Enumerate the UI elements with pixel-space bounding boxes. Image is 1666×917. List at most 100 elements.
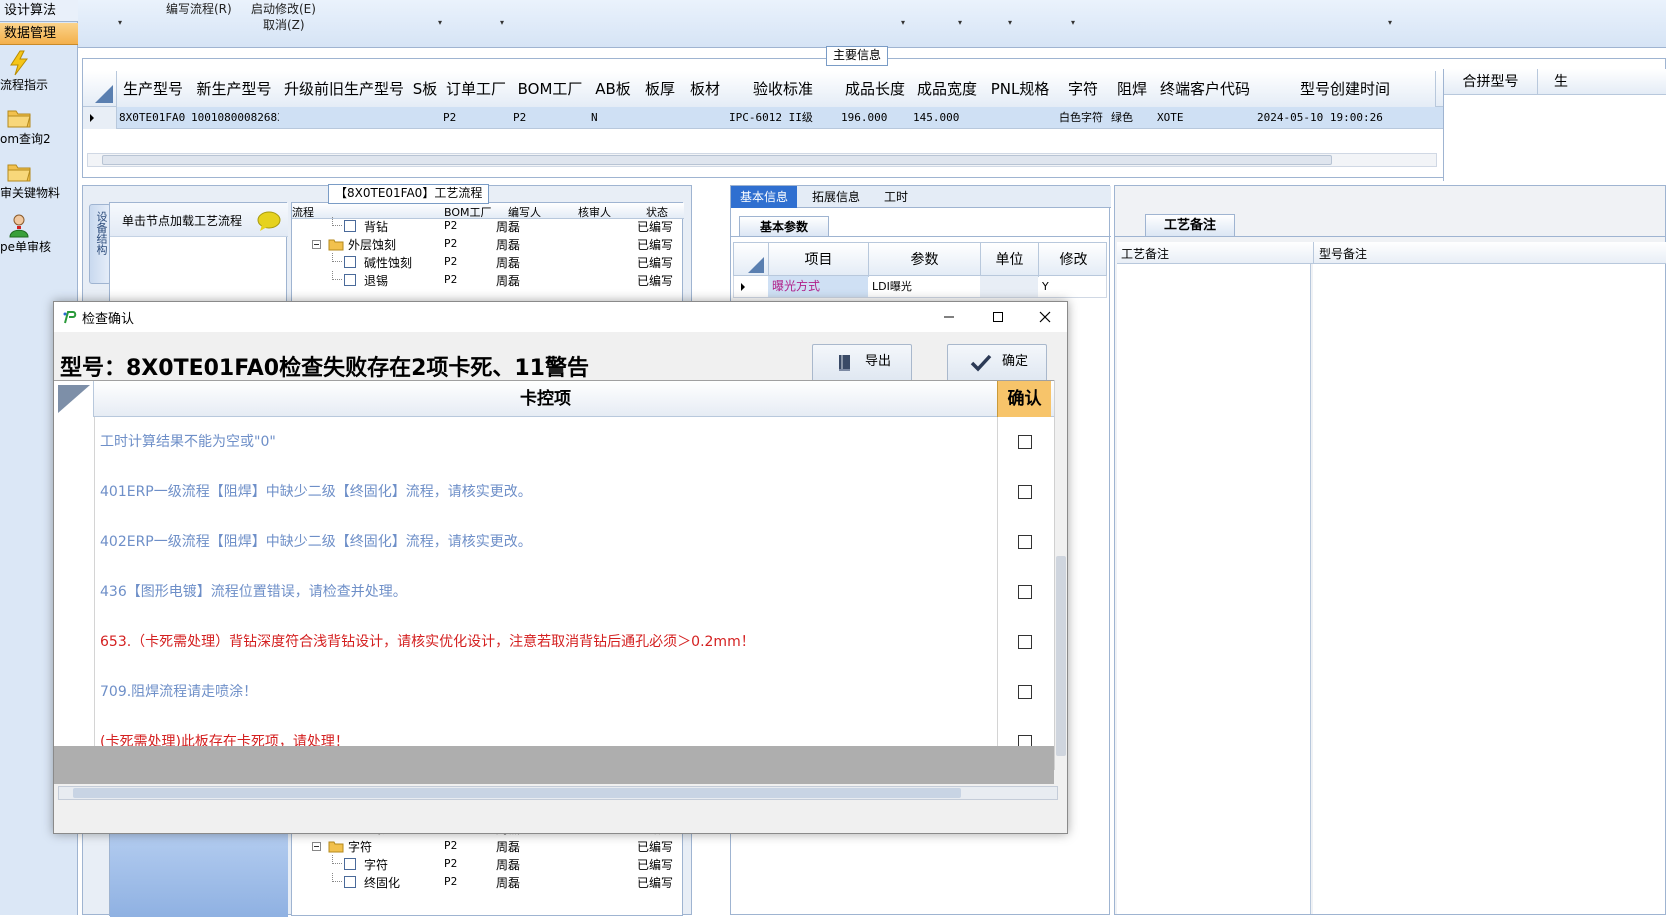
- tree-expander-icon[interactable]: [312, 842, 321, 851]
- col-header-unit[interactable]: 单位: [980, 243, 1038, 277]
- col-header-6[interactable]: AB板: [589, 71, 638, 107]
- main-info-title: 主要信息: [826, 46, 889, 66]
- tree-node[interactable]: 终固化 P2 周磊 已编写: [292, 873, 684, 891]
- nav-item-flow-indicator[interactable]: 流程指示: [0, 50, 78, 93]
- chevron-down-icon[interactable]: ▾: [901, 18, 905, 27]
- tab-basic-info[interactable]: 基本信息: [731, 186, 797, 208]
- col-header-14[interactable]: 阻焊: [1109, 71, 1156, 107]
- col-header-12[interactable]: PNL规格: [983, 71, 1058, 107]
- remarks-panel: 工艺备注 工艺备注 型号备注: [1114, 185, 1666, 915]
- table-row[interactable]: 436【图形电镀】流程位置错误，请检查并处理。: [54, 567, 1054, 618]
- table-row[interactable]: 401ERP一级流程【阻焊】中缺少二级【终固化】流程，请核实更改。: [54, 467, 1054, 518]
- tab-extended-info[interactable]: 拓展信息: [803, 186, 869, 208]
- confirm-checkbox[interactable]: [1018, 485, 1032, 499]
- horizontal-scrollbar[interactable]: [58, 786, 1058, 800]
- chevron-down-icon[interactable]: ▾: [118, 18, 122, 27]
- col-header-13[interactable]: 字符: [1057, 71, 1110, 107]
- check-item-text: 402ERP一级流程【阻焊】中缺少二级【终固化】流程，请核实更改。: [100, 534, 532, 550]
- col-header-model-remark[interactable]: 型号备注: [1319, 245, 1367, 262]
- subtab-divider: [731, 236, 1111, 237]
- minimize-icon[interactable]: [940, 308, 958, 326]
- vertical-scrollbar[interactable]: [1054, 380, 1067, 770]
- col-header-16[interactable]: 型号创建时间: [1255, 71, 1436, 107]
- tree-node[interactable]: 退锡 P2 周磊 已编写: [292, 271, 684, 289]
- ok-button[interactable]: 确定: [947, 344, 1047, 382]
- tree-node[interactable]: 外层蚀刻 P2 周磊 已编写: [292, 235, 684, 253]
- row-header: [54, 517, 95, 567]
- horizontal-scrollbar[interactable]: [87, 153, 1437, 167]
- col-header-11[interactable]: 成品宽度: [911, 71, 984, 107]
- node-status: 已编写: [637, 876, 674, 890]
- scrollbar-thumb[interactable]: [102, 155, 1332, 165]
- nav-item-key-material[interactable]: 审关键物料: [0, 158, 78, 201]
- start-modify-button[interactable]: 启动修改(E): [251, 0, 316, 17]
- folder-icon: [7, 164, 31, 182]
- tree-node[interactable]: 碱性蚀刻 P2 周磊 已编写: [292, 253, 684, 271]
- chevron-down-icon[interactable]: ▾: [1008, 18, 1012, 27]
- scrollbar-thumb[interactable]: [73, 788, 961, 798]
- table-row[interactable]: 曝光方式 LDI曝光 Y: [733, 276, 1107, 298]
- tree-node[interactable]: 字符 P2 周磊 已编写: [292, 837, 684, 855]
- nav-tab-data-management[interactable]: 数据管理: [0, 23, 78, 45]
- col-header-modify[interactable]: 修改: [1038, 243, 1108, 277]
- table-row[interactable]: 8X0TE01FA0 10010800082683 P2 P2 N IPC-6012 II…: [83, 107, 1523, 129]
- tab-process-remarks[interactable]: 工艺备注: [1145, 214, 1235, 236]
- node-writer: 周磊: [496, 876, 521, 890]
- basic-info-tabbar: 基本信息 拓展信息 工时: [731, 186, 1111, 208]
- folder-icon: [328, 239, 344, 251]
- maximize-icon[interactable]: [989, 308, 1007, 326]
- col-header-confirm[interactable]: 确认: [997, 381, 1051, 417]
- confirm-checkbox[interactable]: [1018, 435, 1032, 449]
- confirm-checkbox[interactable]: [1018, 535, 1032, 549]
- col-header-9[interactable]: 验收标准: [727, 71, 840, 107]
- table-row[interactable]: 402ERP一级流程【阻焊】中缺少二级【终固化】流程，请核实更改。: [54, 517, 1054, 568]
- col-header-param[interactable]: 参数: [868, 243, 980, 277]
- col-header-0[interactable]: 生产型号: [117, 71, 190, 107]
- tree-node[interactable]: 字符 P2 周磊 已编写: [292, 855, 684, 873]
- subtab-basic-params[interactable]: 基本参数: [739, 216, 829, 236]
- chevron-down-icon[interactable]: ▾: [500, 18, 504, 27]
- page-icon: [344, 274, 356, 286]
- confirm-checkbox[interactable]: [1018, 685, 1032, 699]
- col-header-4[interactable]: 订单工厂: [441, 71, 512, 107]
- select-all-corner[interactable]: [83, 71, 117, 107]
- export-button[interactable]: 导出: [812, 344, 912, 382]
- col-header-2[interactable]: 升级前旧生产型号: [279, 71, 410, 107]
- col-header-15[interactable]: 终端客户代码: [1155, 71, 1256, 107]
- close-icon[interactable]: [1036, 308, 1054, 326]
- side-tab-structure[interactable]: 设备结构: [89, 204, 111, 284]
- col-header-7[interactable]: 板厚: [637, 71, 684, 107]
- model-remark-textarea[interactable]: [1313, 264, 1665, 914]
- table-row[interactable]: 工时计算结果不能为空或"0": [54, 417, 1054, 468]
- nav-tab-design-algorithm[interactable]: 设计算法: [0, 0, 78, 22]
- chevron-down-icon[interactable]: ▾: [438, 18, 442, 27]
- chevron-down-icon[interactable]: ▾: [1071, 18, 1075, 27]
- col-header-merge-model[interactable]: 合拼型号: [1444, 69, 1538, 95]
- table-row[interactable]: 653.（卡死需处理）背钻深度符合浅背钻设计，请核实优化设计，注意若取消背钻后通…: [54, 617, 1054, 668]
- col-header-control-item[interactable]: 卡控项: [94, 381, 997, 417]
- confirm-checkbox[interactable]: [1018, 635, 1032, 649]
- col-header-extra[interactable]: 生: [1538, 69, 1666, 95]
- tree-node[interactable]: 背钻 P2 周磊 已编写: [292, 217, 684, 235]
- col-header-8[interactable]: 板材: [683, 71, 728, 107]
- edit-flow-button[interactable]: 编写流程(R): [166, 0, 232, 17]
- col-header-3[interactable]: S板: [409, 71, 442, 107]
- col-header-1[interactable]: 新生产型号: [189, 71, 280, 107]
- tab-work-hours[interactable]: 工时: [871, 186, 921, 208]
- chevron-down-icon[interactable]: ▾: [958, 18, 962, 27]
- nav-item-pe-review[interactable]: pe单审核: [0, 212, 78, 255]
- scrollbar-thumb[interactable]: [1056, 556, 1066, 756]
- nav-item-bom-query[interactable]: om查询2: [0, 104, 78, 147]
- select-all-corner[interactable]: [54, 381, 94, 417]
- page-icon: [344, 858, 356, 870]
- confirm-checkbox[interactable]: [1018, 585, 1032, 599]
- col-header-item[interactable]: 项目: [768, 243, 868, 277]
- col-header-5[interactable]: BOM工厂: [511, 71, 590, 107]
- col-header-process-remark[interactable]: 工艺备注: [1121, 245, 1169, 262]
- cancel-button[interactable]: 取消(Z): [263, 16, 305, 33]
- table-row[interactable]: 709.阻焊流程请走喷涂！: [54, 667, 1054, 718]
- chevron-down-icon[interactable]: ▾: [1388, 18, 1392, 27]
- tree-expander-icon[interactable]: [312, 240, 321, 249]
- col-header-10[interactable]: 成品长度: [839, 71, 912, 107]
- process-remark-textarea[interactable]: [1117, 264, 1311, 914]
